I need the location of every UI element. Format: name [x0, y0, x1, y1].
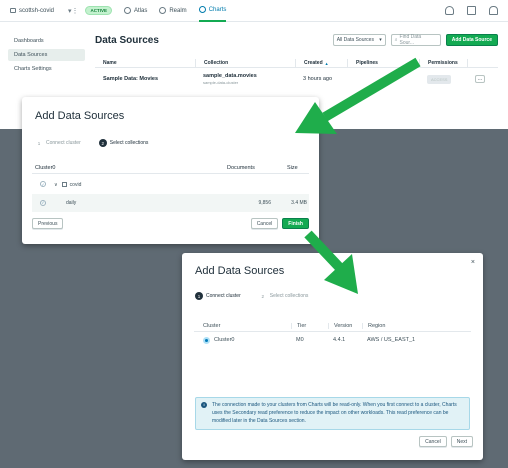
- cluster-row[interactable]: Cluster0 M0 4.4.1 AWS / US_EAST_1: [194, 333, 471, 347]
- nav-tab-charts[interactable]: Charts: [198, 0, 227, 22]
- realm-icon: [159, 7, 167, 14]
- collection-name: sample_data.movies: [203, 73, 257, 79]
- nav-tab-realm[interactable]: Realm: [159, 0, 187, 22]
- cluster-version: 4.4.1: [333, 337, 346, 343]
- more-options-button[interactable]: ...: [475, 75, 485, 83]
- database-name: covid: [69, 181, 82, 188]
- search-icon: ⌕: [394, 37, 398, 43]
- cancel-button[interactable]: Cancel: [250, 218, 279, 229]
- step-select-collections: Select collections: [109, 140, 149, 146]
- annotation-arrow-to-connect-modal: [304, 230, 358, 294]
- add-data-source-button[interactable]: Add Data Source: [445, 34, 498, 46]
- chevron-down-icon[interactable]: ∨: [54, 182, 58, 188]
- cluster-radio[interactable]: [203, 336, 210, 344]
- column-header-cluster: Cluster0: [35, 164, 56, 171]
- database-checkbox[interactable]: ✓: [40, 181, 46, 188]
- chevron-down-icon: ▾: [379, 37, 382, 43]
- cluster-region: AWS / US_EAST_1: [367, 337, 416, 343]
- bell-icon[interactable]: [489, 6, 498, 15]
- column-header-collection[interactable]: Collection: [195, 59, 295, 67]
- step-connect-cluster: Connect cluster: [46, 140, 81, 146]
- sidebar-item-dashboards[interactable]: Dashboards: [0, 35, 85, 47]
- docs-icon[interactable]: [467, 6, 476, 15]
- database-row[interactable]: ✓ ∨ covid: [32, 177, 309, 192]
- modal-title: Add Data Sources: [195, 265, 285, 277]
- page-title: Data Sources: [95, 35, 159, 46]
- modal-footer: Previous Cancel Finish: [32, 218, 309, 229]
- nav-tab-label: Atlas: [134, 7, 148, 14]
- step-number: 1: [37, 140, 41, 146]
- toolbar: All Data Sources ▾ ⌕ Find Data Sour... A…: [332, 34, 498, 46]
- next-button[interactable]: Next: [450, 436, 473, 447]
- info-text: The connection made to your clusters fro…: [212, 402, 457, 424]
- modal-title: Add Data Sources: [35, 110, 125, 122]
- project-name: scottsh-covid: [19, 7, 55, 14]
- column-header-documents: Documents: [227, 164, 255, 171]
- collection-cluster: sample-data-cluster: [203, 80, 239, 85]
- step-number: 2: [261, 293, 264, 299]
- sidebar-item-charts-settings[interactable]: Charts Settings: [0, 63, 85, 75]
- add-data-sources-modal-select-collections: Add Data Sources 1 Connect cluster 2 Sel…: [22, 97, 319, 244]
- collection-checkbox[interactable]: ✓: [40, 199, 46, 206]
- row-permissions: ACCESS: [419, 74, 467, 84]
- charts-icon: [198, 6, 206, 13]
- project-menu-icon[interactable]: ▾ ⋮: [68, 7, 79, 15]
- data-source-filter-select[interactable]: All Data Sources ▾: [332, 34, 386, 46]
- previous-button[interactable]: Previous: [32, 218, 64, 229]
- filter-value: All Data Sources: [336, 37, 374, 43]
- nav-tab-label: Realm: [169, 7, 187, 14]
- cluster-name: Cluster0: [214, 337, 235, 343]
- folder-icon: [10, 8, 16, 13]
- row-name: Sample Data: Movies: [103, 76, 159, 82]
- read-only-info-banner: i The connection made to your clusters f…: [195, 397, 470, 430]
- top-right-icons: [445, 6, 498, 15]
- top-nav-bar: scottsh-covid ▾ ⋮ ACTIVE Atlas Realm Cha…: [0, 0, 508, 22]
- close-icon[interactable]: ×: [471, 259, 475, 266]
- nav-tab-atlas[interactable]: Atlas: [124, 0, 147, 22]
- column-header-cluster: Cluster: [203, 322, 221, 329]
- database-icon: [61, 182, 67, 187]
- cancel-button[interactable]: Cancel: [419, 436, 447, 447]
- row-collection: sample_data.movies sample-data-cluster: [195, 73, 295, 85]
- atlas-icon: [124, 7, 131, 14]
- collection-row[interactable]: ✓ daily 9,856 3.4 MB: [32, 194, 309, 212]
- wizard-steps: 1 Connect cluster 2 Select collections: [195, 292, 308, 300]
- step-number: 1: [195, 292, 203, 300]
- column-header-size: Size: [287, 164, 298, 171]
- info-icon: i: [201, 402, 207, 408]
- column-header-name[interactable]: Name: [95, 59, 195, 67]
- cluster-tier: M0: [296, 337, 304, 343]
- row-actions: ...: [467, 75, 498, 83]
- column-header-region: Region: [362, 322, 385, 329]
- column-header-permissions[interactable]: Permissions: [419, 59, 467, 67]
- column-header-actions: [467, 59, 498, 67]
- step-connect-cluster: Connect cluster: [206, 293, 241, 299]
- collection-size: 3.4 MB: [291, 200, 307, 206]
- nav-tab-label: Charts: [208, 6, 227, 13]
- column-header-tier: Tier: [291, 322, 328, 329]
- wizard-steps: 1 Connect cluster 2 Select collections: [35, 139, 148, 147]
- collection-documents: 9,856: [258, 200, 271, 206]
- sidebar-item-data-sources[interactable]: Data Sources: [8, 49, 85, 61]
- search-input[interactable]: ⌕ Find Data Sour...: [390, 34, 441, 46]
- step-number: 2: [98, 139, 107, 147]
- clusters-table-header: Cluster Tier Version Region: [194, 320, 471, 332]
- access-button[interactable]: ACCESS: [427, 74, 452, 84]
- modal-footer: Cancel Next: [192, 436, 473, 447]
- project-selector[interactable]: scottsh-covid: [10, 8, 54, 14]
- user-icon[interactable]: [445, 6, 454, 15]
- column-header-version: Version: [328, 322, 362, 329]
- status-badge: ACTIVE: [85, 6, 112, 15]
- collections-table-header: Cluster0 Documents Size: [32, 162, 309, 174]
- search-placeholder: Find Data Sour...: [399, 34, 422, 46]
- annotation-arrow-to-select-modal: [295, 57, 421, 134]
- collection-name: daily: [66, 200, 77, 206]
